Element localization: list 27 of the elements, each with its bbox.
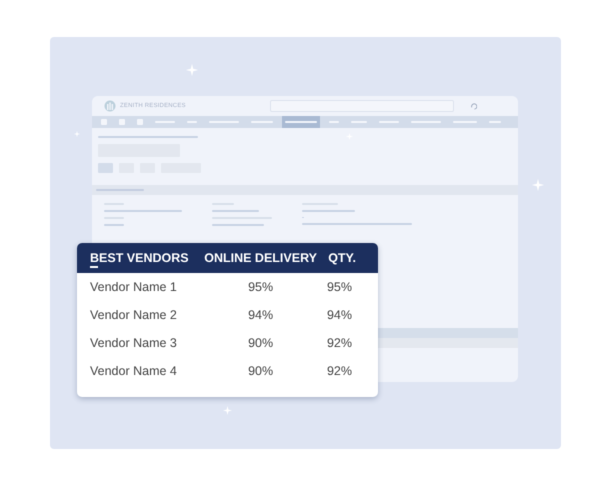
table-cell: 95%: [322, 273, 378, 301]
table-cell: 95%: [199, 273, 322, 301]
nav-item[interactable]: [116, 116, 128, 128]
column-header: QTY.: [322, 243, 378, 273]
table-cell-text: 90%: [247, 335, 274, 352]
table-cell-text: Vendor Name 4: [89, 363, 178, 380]
table-cell-text: 94%: [326, 307, 353, 324]
sparkle-icon: [532, 179, 544, 191]
column-header: ONLINE DELIVERY: [199, 243, 322, 273]
column-header: BEST VENDORS: [77, 243, 199, 273]
logo-icon: [104, 100, 116, 112]
table-cell-text: 94%: [247, 307, 274, 324]
nav-item[interactable]: [98, 116, 110, 128]
placeholder-bar: [98, 163, 113, 173]
sparkle-icon: [223, 406, 232, 415]
sparkle-icon: [186, 64, 198, 76]
table-cell: Vendor Name 1: [77, 273, 199, 301]
table-cell-text: 90%: [247, 363, 274, 380]
table-cell-text: Vendor Name 2: [89, 307, 178, 324]
table-cell-text: 92%: [326, 363, 353, 380]
refresh-icon[interactable]: [470, 102, 477, 110]
nav-item[interactable]: [282, 116, 320, 128]
sparkle-icon: [74, 131, 80, 137]
sort-indicator: [90, 266, 98, 268]
table-cell-text: 92%: [326, 335, 353, 352]
nav-item[interactable]: [134, 116, 146, 128]
table-cell-text: Vendor Name 3: [89, 335, 178, 352]
